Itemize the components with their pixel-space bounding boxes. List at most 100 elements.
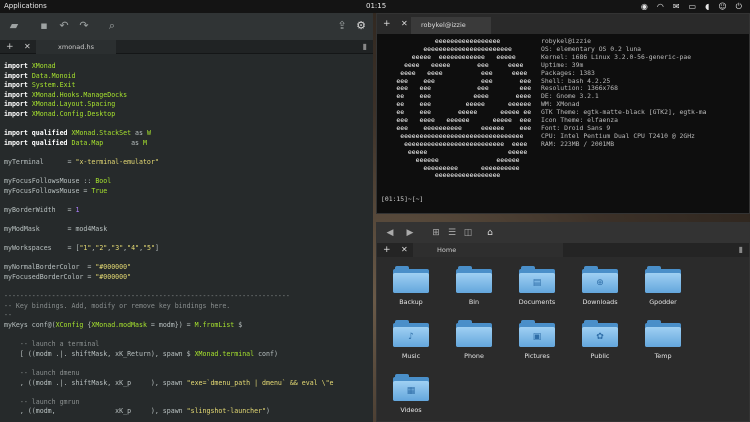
code-token: as <box>103 138 143 147</box>
trash-icon[interactable]: ▮ <box>739 243 743 257</box>
prompt-line: [01:15]~[~] <box>381 194 424 203</box>
code-line: import XMonad.Config.Desktop <box>4 110 370 120</box>
forward-icon[interactable]: ▶ <box>403 226 417 240</box>
search-icon[interactable]: ⌕ <box>104 18 120 34</box>
code-token: XMonad.Config.Desktop <box>31 109 116 118</box>
tab-xmonad-hs[interactable]: xmonad.hs <box>36 40 116 54</box>
code-token: -- launch a terminal <box>4 340 100 349</box>
code-token: "1" <box>79 244 92 253</box>
code-line <box>4 148 370 158</box>
new-tab-button[interactable]: + <box>383 14 391 34</box>
folder-emblem-icon: ▦ <box>406 386 416 396</box>
folder-temp[interactable]: Temp <box>635 319 691 371</box>
mail-icon[interactable]: ✉ <box>673 0 680 13</box>
new-tab-button[interactable]: + <box>383 243 391 257</box>
code-line: ----------------------------------------… <box>4 292 370 302</box>
code-token: import <box>4 90 28 99</box>
terminal-output[interactable]: eeeeeeeeeeeeeeeee eeeeeeeeeeeeeeeeeeeeee… <box>381 38 747 213</box>
tab-home[interactable]: Home <box>413 243 563 257</box>
code-line <box>4 388 370 398</box>
trash-icon[interactable]: ▮ <box>363 40 367 54</box>
close-tab-button[interactable]: ✕ <box>401 14 408 34</box>
folder-emblem-icon: ⊕ <box>596 278 604 288</box>
code-line: import qualified Data.Map as M <box>4 139 370 149</box>
code-token: -- launch gmrun <box>4 397 80 406</box>
open-folder-icon[interactable]: ▰ <box>6 18 22 34</box>
folder-gpodder[interactable]: Gpodder <box>635 265 691 317</box>
folder-backup[interactable]: Backup <box>383 265 439 317</box>
folder-emblem-icon <box>468 277 480 289</box>
code-token: XMonad.modMask <box>91 321 147 330</box>
folder-downloads[interactable]: ⊕ Downloads <box>572 265 628 317</box>
code-area[interactable]: import XMonad import Data.Monoid import Sy… <box>4 62 370 420</box>
code-line <box>4 168 370 178</box>
folder-icon: ▦ <box>393 373 429 401</box>
folder-emblem-icon <box>657 331 669 343</box>
panel-clock[interactable]: 01:15 <box>366 0 386 13</box>
folder-pictures[interactable]: ▣ Pictures <box>509 319 565 371</box>
gear-icon[interactable]: ⚙ <box>353 18 369 34</box>
close-tab-button[interactable]: ✕ <box>24 40 31 54</box>
battery-icon[interactable]: ▭ <box>689 0 697 13</box>
power-icon[interactable]: ⏻ <box>736 0 742 13</box>
code-token: "#000000" <box>95 273 132 282</box>
code-token: ----------------------------------------… <box>4 292 290 301</box>
code-token: conf) <box>254 349 278 358</box>
new-tab-button[interactable]: + <box>6 40 14 54</box>
folder-bin[interactable]: Bin <box>446 265 502 317</box>
folder-icon: ⊕ <box>582 265 618 293</box>
column-view-icon[interactable]: ◫ <box>461 226 475 240</box>
user-icon[interactable]: ☺ <box>718 0 726 13</box>
system-info-line: RAM: 223MB / 2001MB <box>541 139 615 148</box>
code-line <box>4 216 370 226</box>
code-token: "5" <box>143 244 155 253</box>
file-manager-window: ◀ ▶ ⊞ ☰ ◫ ⌂ + ✕ Home ▮ Backup Bin ▤ Documen… <box>376 222 750 422</box>
code-token: myFocusedBorderColor = <box>4 273 96 282</box>
folder-documents[interactable]: ▤ Documents <box>509 265 565 317</box>
folder-public[interactable]: ✿ Public <box>572 319 628 371</box>
wifi-icon[interactable]: ◠ <box>657 0 664 13</box>
folder-icon <box>393 265 429 293</box>
undo-icon[interactable]: ↶ <box>56 18 72 34</box>
folder-videos[interactable]: ▦ Videos <box>383 373 439 422</box>
redo-icon[interactable]: ↷ <box>76 18 92 34</box>
code-token: XMonad.Hooks.ManageDocks <box>31 90 128 99</box>
share-icon[interactable]: ⇪ <box>334 18 350 34</box>
code-token: -- Key bindings. Add, modify or remove k… <box>4 301 231 310</box>
code-token: "exe=`dmenu_path | dmenu` && eval \"e <box>186 378 334 387</box>
shell-prompt[interactable]: [01:15]~[~] [] <box>381 180 423 213</box>
record-icon[interactable]: ◉ <box>641 0 648 13</box>
code-token: XConfig <box>55 321 84 330</box>
icon-view-icon[interactable]: ⊞ <box>429 226 443 240</box>
code-token: -- launch dmenu <box>4 369 80 377</box>
code-line: myFocusedBorderColor = "#000000" <box>4 273 370 283</box>
code-token: System.Exit <box>31 81 76 90</box>
panel-indicators: ◉ ◠ ✉ ▭ ◖ ☺ ⏻ <box>641 0 742 13</box>
code-token: myFocusFollowsMouse :: <box>4 177 96 186</box>
applications-menu[interactable]: Applications <box>4 0 47 13</box>
save-icon[interactable]: ▪ <box>36 18 52 34</box>
code-token: [ ((modm .|. shiftMask, xK_Return), spaw… <box>4 349 195 358</box>
tab-terminal[interactable]: robykel@izzie <box>411 17 491 34</box>
folder-icon <box>456 265 492 293</box>
code-line: -- launch dmenu <box>4 369 370 379</box>
home-icon[interactable]: ⌂ <box>483 226 497 240</box>
code-line <box>4 235 370 245</box>
close-tab-button[interactable]: ✕ <box>401 243 408 257</box>
code-token: "3" <box>111 244 124 253</box>
code-line: myKeys conf@(XConfig {XMonad.modMask = m… <box>4 321 370 331</box>
folder-phone[interactable]: Phone <box>446 319 502 371</box>
folder-music[interactable]: ♪ Music <box>383 319 439 371</box>
volume-icon[interactable]: ◖ <box>705 0 709 13</box>
code-token: import qualified <box>4 129 68 138</box>
back-icon[interactable]: ◀ <box>383 226 397 240</box>
folder-label: Backup <box>399 298 423 306</box>
code-token: , ((modm .|. shiftMask, xK_p ), spawn <box>4 378 187 387</box>
folder-grid: Backup Bin ▤ Documents ⊕ Downloads Gpodder ♪ Mus… <box>383 265 743 417</box>
code-token: XMonad <box>31 62 56 70</box>
code-line: import System.Exit <box>4 81 370 91</box>
list-view-icon[interactable]: ☰ <box>445 226 459 240</box>
